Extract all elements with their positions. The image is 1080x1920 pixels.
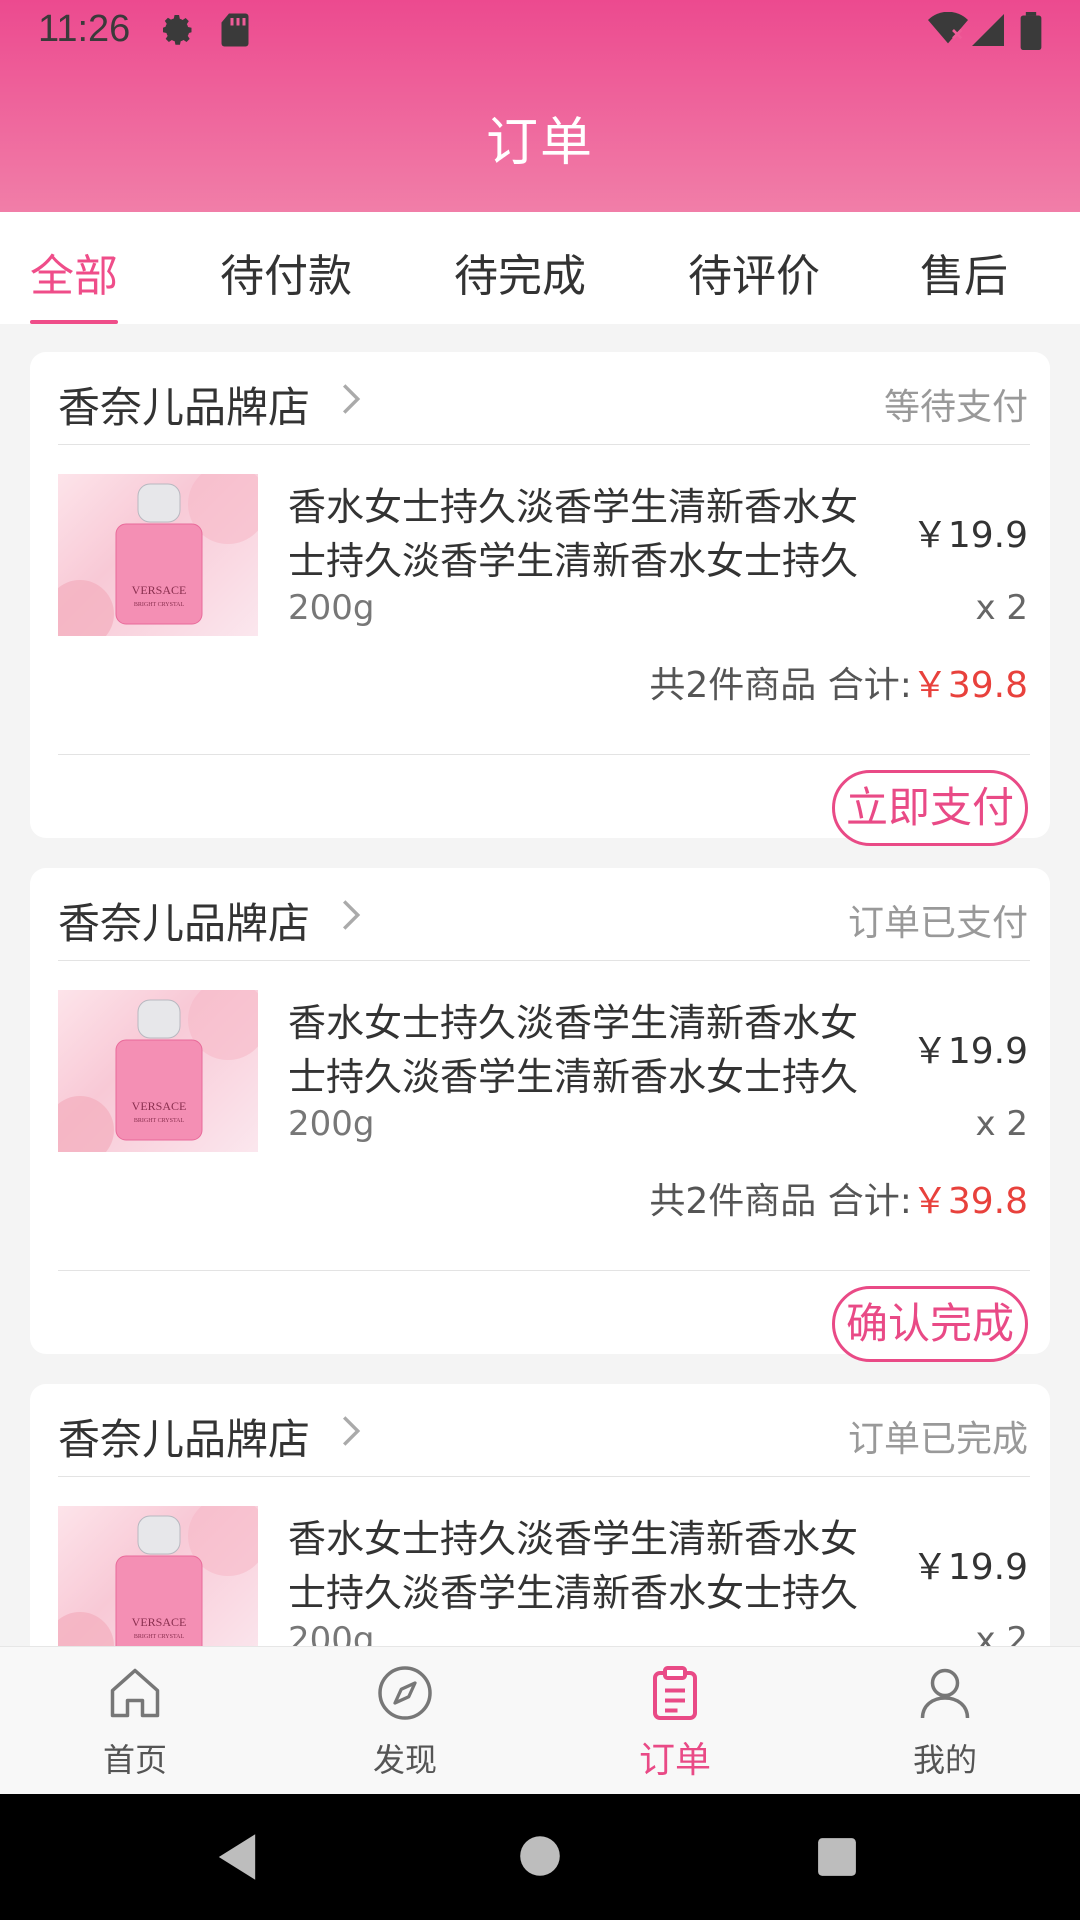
product-spec: 200g [288,588,375,628]
product-brand-sub-mark: BRIGHT CRYSTAL [134,1634,185,1640]
pay-now-button[interactable]: 立即支付 [832,770,1028,846]
confirm-complete-button[interactable]: 确认完成 [832,1286,1028,1362]
tab-pending-review[interactable]: 待评价 [688,240,820,304]
divider [58,754,1030,755]
page-title: 订单 [485,113,594,173]
bottom-navigation: 首页 发现 订单 我的 [0,1646,1080,1795]
chevron-right-icon[interactable] [340,898,362,932]
compass-icon [378,1666,432,1720]
user-icon [920,1668,970,1719]
product-brand-mark: VERSACE [132,583,187,597]
product-title[interactable]: 香水女士持久淡香学生清新香水女士持久淡香学生清新香水女士持久 [288,480,868,588]
home-icon [110,1668,160,1718]
app-header: 11:26 订单 [0,0,1080,212]
product-spec: 200g [288,1620,375,1646]
tab-pending-payment[interactable]: 待付款 [220,240,352,304]
product-price: ￥19.9 [911,515,1028,556]
status-bar: 11:26 [0,0,1080,64]
order-total: ￥39.8 [911,1181,1028,1222]
home-circle-icon[interactable] [518,1834,562,1878]
chevron-right-icon[interactable] [340,382,362,416]
summary-label: 共2件商品 合计: [649,1181,912,1222]
product-price: ￥19.9 [911,1031,1028,1072]
product-quantity: x 2 [975,588,1028,628]
shop-name[interactable]: 香奈儿品牌店 [58,890,310,951]
product-title[interactable]: 香水女士持久淡香学生清新香水女士持久淡香学生清新香水女士持久 [288,996,868,1104]
divider [58,960,1030,961]
product-brand-sub-mark: BRIGHT CRYSTAL [134,602,185,608]
nav-label-home: 首页 [102,1741,167,1779]
order-card: 香奈儿品牌店 等待支付 VERSACE BRIGHT CRYSTAL 香水女士持… [30,352,1050,846]
product-brand-mark: VERSACE [132,1615,187,1629]
product-quantity: x 2 [975,1104,1028,1144]
order-summary: 共2件商品 合计:￥39.8 [649,656,1028,708]
order-card: 香奈儿品牌店 订单已完成 VERSACE BRIGHT CRYSTAL 香水女士… [30,1384,1050,1646]
summary-label: 共2件商品 合计: [649,665,912,706]
product-image[interactable]: VERSACE BRIGHT CRYSTAL [58,474,258,636]
product-brand-mark: VERSACE [132,1099,187,1113]
product-title[interactable]: 香水女士持久淡香学生清新香水女士持久淡香学生清新香水女士持久 [288,1512,868,1620]
sd-card-icon [221,13,249,47]
settings-gear-icon [163,15,192,45]
order-total: ￥39.8 [911,665,1028,706]
tab-after-sales[interactable]: 售后 [920,240,1008,304]
divider [58,444,1030,445]
product-brand-sub-mark: BRIGHT CRYSTAL [134,1118,185,1124]
clipboard-icon [653,1666,697,1720]
order-status: 订单已完成 [847,1419,1028,1460]
nav-label-profile: 我的 [912,1741,977,1779]
nav-label-discover: 发现 [372,1741,437,1779]
nav-item-home[interactable]: 首页 [0,1647,270,1795]
signal-icon [972,14,1004,46]
shop-name[interactable]: 香奈儿品牌店 [58,374,310,435]
wifi-icon [928,12,968,44]
tab-all[interactable]: 全部 [30,240,118,304]
order-card: 香奈儿品牌店 订单已支付 VERSACE BRIGHT CRYSTAL 香水女士… [30,868,1050,1362]
nav-item-discover[interactable]: 发现 [270,1647,540,1795]
recents-icon[interactable] [816,1836,858,1878]
divider [58,1476,1030,1477]
order-list: 香奈儿品牌店 等待支付 VERSACE BRIGHT CRYSTAL 香水女士持… [0,324,1080,1646]
product-image[interactable]: VERSACE BRIGHT CRYSTAL [58,990,258,1152]
shop-name[interactable]: 香奈儿品牌店 [58,1406,310,1467]
product-spec: 200g [288,1104,375,1144]
tab-pending-completion[interactable]: 待完成 [454,240,586,304]
nav-label-orders: 订单 [638,1740,711,1781]
order-tabs: 全部 待付款 待完成 待评价 售后 [0,212,1080,324]
product-quantity: x 2 [975,1620,1028,1646]
status-time: 11:26 [38,8,131,50]
perfume-bottle-image: VERSACE BRIGHT CRYSTAL [58,474,258,636]
product-image[interactable]: VERSACE BRIGHT CRYSTAL [58,1506,258,1646]
nav-item-orders[interactable]: 订单 [540,1647,810,1795]
order-summary: 共2件商品 合计:￥39.8 [649,1172,1028,1224]
perfume-bottle-image: VERSACE BRIGHT CRYSTAL [58,1506,258,1646]
back-icon[interactable] [214,1832,260,1882]
system-navigation-bar [0,1794,1080,1920]
product-price: ￥19.9 [911,1547,1028,1588]
perfume-bottle-image: VERSACE BRIGHT CRYSTAL [58,990,258,1152]
battery-icon [1020,12,1042,50]
order-status: 等待支付 [883,387,1028,428]
divider [58,1270,1030,1271]
order-status: 订单已支付 [847,903,1028,944]
nav-item-profile[interactable]: 我的 [810,1647,1080,1795]
chevron-right-icon[interactable] [340,1414,362,1448]
